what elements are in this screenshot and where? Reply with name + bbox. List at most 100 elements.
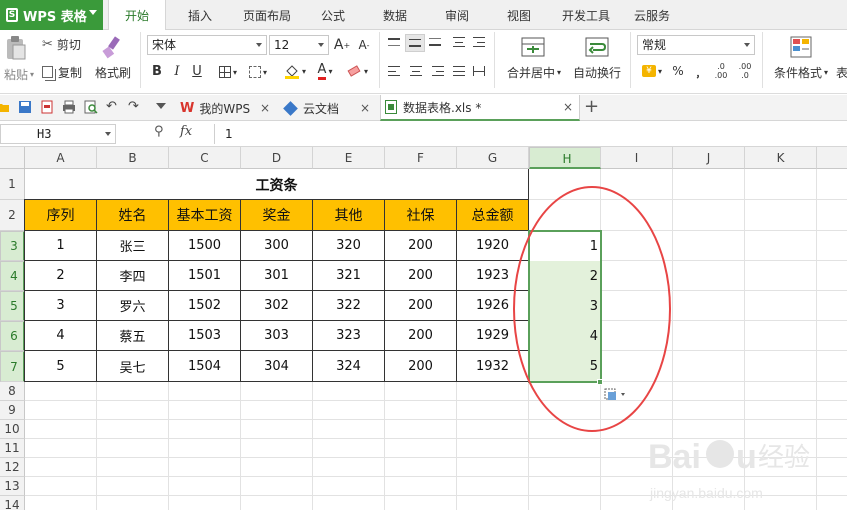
header-cell[interactable]: 总金额 bbox=[457, 200, 529, 231]
save-icon[interactable] bbox=[18, 100, 32, 114]
copy-button[interactable]: 复制 bbox=[42, 62, 92, 82]
print-icon[interactable] bbox=[62, 100, 76, 114]
table-cell[interactable]: 200 bbox=[385, 351, 457, 382]
table-cell[interactable]: 2 bbox=[25, 261, 97, 291]
table-cell[interactable]: 吴七 bbox=[97, 351, 169, 382]
align-middle-icon[interactable] bbox=[405, 34, 425, 52]
paste-button[interactable]: 粘贴 ▾ bbox=[0, 66, 38, 82]
column-header[interactable]: B bbox=[97, 147, 169, 169]
undo-icon[interactable]: ↶ bbox=[106, 100, 120, 114]
format-painter-icon[interactable] bbox=[96, 34, 130, 60]
close-icon[interactable]: × bbox=[360, 101, 370, 115]
comma-style-button[interactable]: ﹐ bbox=[690, 62, 706, 80]
table-cell[interactable]: 1500 bbox=[169, 231, 241, 261]
row-header-selected[interactable]: 5 bbox=[0, 291, 25, 321]
table-cell[interactable]: 1920 bbox=[457, 231, 529, 261]
table-cell[interactable]: 321 bbox=[313, 261, 385, 291]
increase-indent-icon[interactable] bbox=[471, 35, 487, 49]
header-cell[interactable]: 序列 bbox=[25, 200, 97, 231]
merge-center-button[interactable]: 合并居中 ▾ bbox=[502, 64, 566, 80]
font-color-icon[interactable]: A ▾ bbox=[310, 62, 340, 80]
table-cell[interactable]: 4 bbox=[25, 321, 97, 351]
decrease-font-icon[interactable]: A- bbox=[356, 35, 372, 55]
paste-icon[interactable] bbox=[4, 34, 28, 62]
row-header[interactable]: 13 bbox=[0, 477, 25, 496]
fill-color-icon[interactable]: ▾ bbox=[280, 62, 310, 80]
table-style-button[interactable]: 表 bbox=[836, 64, 847, 80]
row-header[interactable]: 10 bbox=[0, 420, 25, 439]
table-cell[interactable]: 301 bbox=[241, 261, 313, 291]
table-cell[interactable]: 罗六 bbox=[97, 291, 169, 321]
wrap-text-button[interactable]: 自动换行 bbox=[568, 64, 626, 80]
table-cell[interactable]: 300 bbox=[241, 231, 313, 261]
decrease-indent-icon[interactable] bbox=[451, 35, 467, 49]
header-cell[interactable]: 姓名 bbox=[97, 200, 169, 231]
tab-insert[interactable]: 插入 bbox=[174, 0, 226, 30]
row-header[interactable]: 1 bbox=[0, 169, 25, 200]
selected-cell[interactable]: 1 bbox=[529, 231, 601, 261]
select-all-corner[interactable] bbox=[0, 147, 25, 169]
row-header-selected[interactable]: 7 bbox=[0, 351, 25, 382]
merge-center-icon[interactable] bbox=[520, 34, 546, 60]
table-cell[interactable]: 1929 bbox=[457, 321, 529, 351]
row-header[interactable]: 8 bbox=[0, 382, 25, 401]
align-right-icon[interactable] bbox=[430, 64, 446, 78]
formula-input[interactable]: 1 bbox=[214, 124, 847, 144]
tab-home[interactable]: 开始 bbox=[108, 0, 166, 31]
header-cell[interactable]: 基本工资 bbox=[169, 200, 241, 231]
row-header[interactable]: 9 bbox=[0, 401, 25, 420]
row-header-selected[interactable]: 3 bbox=[0, 231, 25, 261]
borders-icon[interactable]: ▾ bbox=[214, 64, 242, 80]
table-cell[interactable]: 李四 bbox=[97, 261, 169, 291]
row-header[interactable]: 12 bbox=[0, 458, 25, 477]
selected-cell[interactable]: 2 bbox=[529, 261, 601, 291]
redo-icon[interactable]: ↷ bbox=[128, 100, 142, 114]
tab-cloud[interactable]: 云服务 bbox=[626, 0, 678, 30]
increase-font-icon[interactable]: A + bbox=[334, 35, 350, 55]
table-cell[interactable]: 1504 bbox=[169, 351, 241, 382]
selected-cell[interactable]: 5 bbox=[529, 351, 601, 382]
autofill-options-button[interactable] bbox=[602, 386, 632, 404]
header-cell[interactable]: 社保 bbox=[385, 200, 457, 231]
tab-data[interactable]: 数据 bbox=[372, 0, 418, 30]
align-center-icon[interactable] bbox=[408, 64, 424, 78]
tab-review[interactable]: 审阅 bbox=[434, 0, 480, 30]
close-icon[interactable]: × bbox=[260, 101, 270, 115]
chevron-down-icon[interactable] bbox=[156, 103, 166, 111]
tab-data-sheet[interactable]: 数据表格.xls * × bbox=[380, 95, 580, 121]
table-cell[interactable]: 323 bbox=[313, 321, 385, 351]
table-cell[interactable]: 1 bbox=[25, 231, 97, 261]
conditional-format-icon[interactable] bbox=[788, 34, 814, 60]
table-cell[interactable]: 304 bbox=[241, 351, 313, 382]
tab-view[interactable]: 视图 bbox=[496, 0, 542, 30]
clear-format-icon[interactable]: ▾ bbox=[342, 62, 372, 80]
align-bottom-icon[interactable] bbox=[427, 35, 443, 49]
table-cell[interactable]: 1926 bbox=[457, 291, 529, 321]
table-cell[interactable]: 200 bbox=[385, 231, 457, 261]
bold-button[interactable]: B bbox=[149, 62, 165, 80]
selected-cell[interactable]: 4 bbox=[529, 321, 601, 351]
justify-icon[interactable] bbox=[451, 64, 467, 78]
tab-cloud-docs[interactable]: 云文档 × bbox=[280, 95, 376, 121]
decrease-decimal-icon[interactable]: .00.0 bbox=[736, 60, 754, 82]
wrap-text-icon[interactable] bbox=[584, 34, 610, 60]
print-preview-icon[interactable] bbox=[84, 100, 98, 114]
table-cell[interactable]: 322 bbox=[313, 291, 385, 321]
table-cell[interactable]: 蔡五 bbox=[97, 321, 169, 351]
distribute-icon[interactable] bbox=[471, 64, 487, 78]
fill-handle[interactable] bbox=[597, 379, 603, 385]
zoom-search-icon[interactable]: ⚲ bbox=[154, 124, 164, 139]
close-icon[interactable]: × bbox=[563, 100, 573, 114]
row-header-selected[interactable]: 6 bbox=[0, 321, 25, 351]
header-cell[interactable]: 其他 bbox=[313, 200, 385, 231]
increase-decimal-icon[interactable]: .0.00 bbox=[712, 60, 730, 82]
font-size-select[interactable]: 12 bbox=[269, 35, 329, 55]
row-header-selected[interactable]: 4 bbox=[0, 261, 25, 291]
table-cell[interactable]: 200 bbox=[385, 321, 457, 351]
folder-open-icon[interactable] bbox=[0, 100, 10, 114]
table-cell[interactable]: 324 bbox=[313, 351, 385, 382]
table-cell[interactable]: 1923 bbox=[457, 261, 529, 291]
table-cell[interactable]: 200 bbox=[385, 261, 457, 291]
currency-icon[interactable]: ¥ ▾ bbox=[638, 62, 666, 80]
table-cell[interactable]: 5 bbox=[25, 351, 97, 382]
